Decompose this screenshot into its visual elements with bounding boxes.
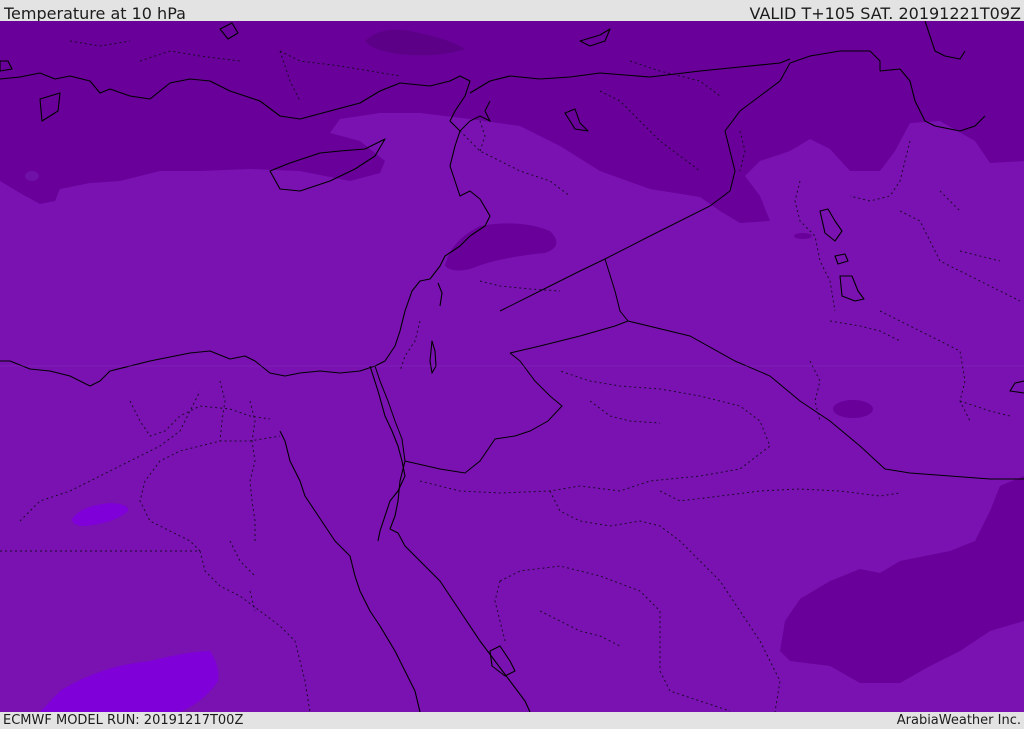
cold-patch-iraq (833, 400, 873, 418)
cold-patch-aegean (25, 171, 39, 181)
cold-patch-small (794, 233, 812, 239)
credit: ArabiaWeather Inc. (896, 713, 1021, 728)
weather-map[interactable] (0, 21, 1024, 712)
footer-bar: ECMWF MODEL RUN: 20191217T00Z ArabiaWeat… (0, 712, 1024, 729)
map-canvas (0, 21, 1024, 712)
title-bar: Temperature at 10 hPa VALID T+105 SAT. 2… (0, 0, 1024, 23)
model-run: ECMWF MODEL RUN: 20191217T00Z (3, 713, 244, 728)
